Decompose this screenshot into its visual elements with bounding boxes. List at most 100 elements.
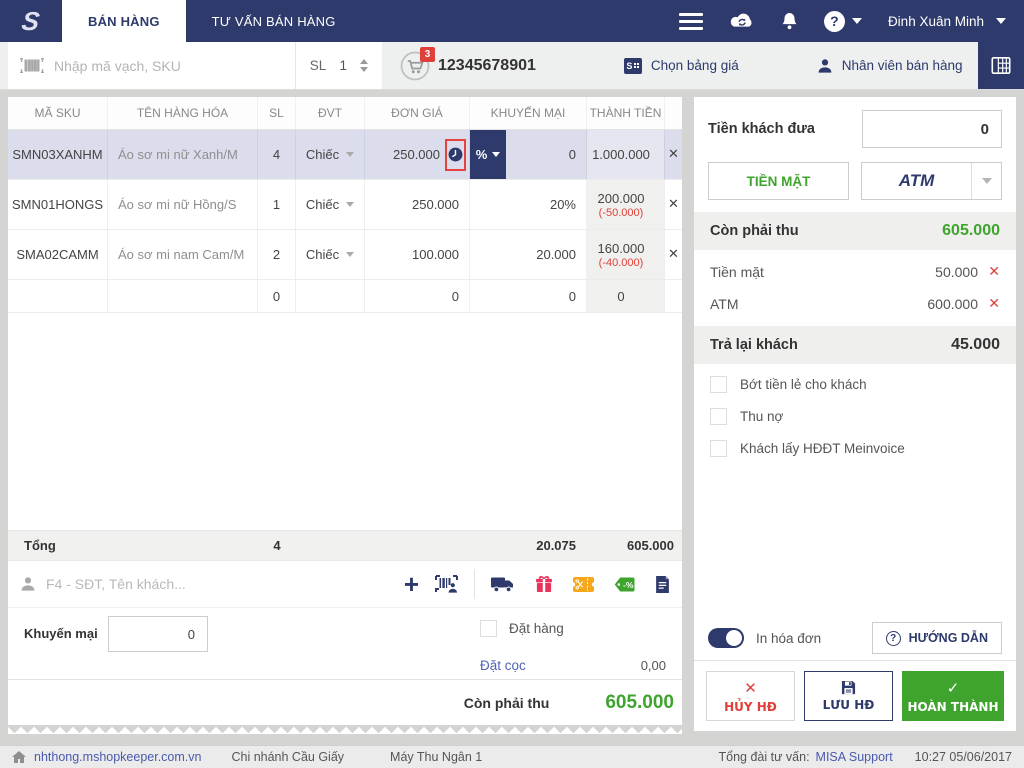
payment-line-atm: ATM 600.000 ✕ — [710, 296, 1000, 312]
help-icon: ? — [885, 630, 901, 646]
support-link[interactable]: MISA Support — [816, 750, 893, 764]
order-promo-input[interactable] — [108, 616, 208, 652]
deposit-link[interactable]: Đặt cọc — [480, 658, 526, 673]
debt-option: Thu nợ — [710, 408, 1000, 425]
tab-ban-hang[interactable]: BÁN HÀNG — [62, 0, 186, 42]
cash-button[interactable]: TIỀN MẶT — [708, 162, 849, 200]
choose-price-list-button[interactable]: S Chọn bảng giá — [623, 42, 739, 89]
branch-name: Chi nhánh Cầu Giấy — [231, 750, 345, 764]
barcode-search-box[interactable] — [8, 42, 296, 89]
remove-payment-button[interactable]: ✕ — [978, 296, 1000, 312]
print-invoice-toggle[interactable] — [708, 628, 744, 648]
total-promo: 20.075 — [536, 538, 576, 553]
quantity-input[interactable] — [334, 58, 353, 73]
order-items-panel: MÃ SKU TÊN HÀNG HÓA SL ĐVT ĐƠN GIÁ KHUYẾN MẠI… — [8, 97, 682, 725]
notifications-bell-icon[interactable] — [781, 12, 798, 31]
order-checkbox[interactable] — [480, 620, 497, 637]
round-change-checkbox[interactable] — [710, 376, 727, 393]
price-table-icon: S — [623, 57, 642, 74]
delivery-truck-button[interactable] — [491, 576, 515, 593]
deposit-value: 0,00 — [640, 658, 666, 673]
round-change-option: Bớt tiền lẻ cho khách — [710, 376, 1000, 393]
delete-row-button[interactable]: ✕ — [665, 130, 682, 179]
store-domain-link[interactable]: nhthong.mshopkeeper.com.vn — [34, 750, 201, 764]
payment-due-value: 605.000 — [942, 222, 1000, 239]
customer-row: + -% — [8, 560, 682, 607]
cart-badge: 3 — [420, 46, 435, 62]
unit-dropdown[interactable]: Chiếc — [296, 130, 365, 179]
order-due-row: Còn phải thu 605.000 — [8, 679, 682, 725]
customer-phone: 12345678901 — [438, 56, 536, 74]
save-floppy-icon — [841, 680, 856, 695]
discount-tag-button[interactable]: -% — [614, 577, 635, 592]
unit-dropdown[interactable]: Chiếc — [296, 230, 365, 279]
guide-button[interactable]: ? HƯỚNG DẪN — [871, 622, 1002, 654]
complete-button[interactable]: ✓ HOÀN THÀNH — [901, 671, 1004, 721]
cloud-sync-icon[interactable] — [729, 12, 755, 30]
einvoice-checkbox[interactable] — [710, 440, 727, 457]
invoice-document-button[interactable] — [655, 575, 670, 593]
remove-payment-button[interactable]: ✕ — [978, 264, 1000, 280]
support-label: Tổng đài tư vấn: — [718, 750, 810, 764]
add-customer-button[interactable]: + — [404, 571, 419, 597]
app-logo[interactable]: S — [0, 0, 62, 42]
help-icon: ? — [823, 10, 845, 32]
delete-row-button[interactable]: ✕ — [665, 230, 682, 279]
logo-icon: S — [20, 6, 42, 36]
quantity-stepper: SL — [296, 42, 382, 89]
divider — [474, 569, 475, 599]
datetime: 10:27 05/06/2017 — [914, 750, 1012, 764]
sales-staff-button[interactable]: Nhân viên bán hàng — [817, 42, 963, 89]
totals-row: Tổng 4 20.075 605.000 — [8, 530, 682, 560]
save-invoice-button[interactable]: LƯU HĐ — [803, 671, 893, 721]
pos-terminal-name: Máy Thu Ngân 1 — [390, 750, 483, 764]
total-amount: 605.000 — [627, 538, 674, 553]
quantity-spinner[interactable] — [360, 59, 369, 72]
quantity-label: SL — [309, 58, 327, 73]
menu-icon[interactable] — [678, 12, 703, 30]
help-menu[interactable]: ? — [823, 10, 862, 32]
discount-amount: (-40.000) — [598, 256, 644, 269]
einvoice-option: Khách lấy HĐĐT Meinvoice — [710, 440, 1000, 457]
clock-icon[interactable] — [448, 147, 463, 162]
table-row[interactable]: SMA02CAMM Áo sơ mi nam Cam/M 2 Chiếc 100… — [8, 230, 682, 280]
chevron-down-icon — [346, 252, 355, 257]
staff-person-icon — [818, 58, 832, 73]
grid-icon — [991, 57, 1011, 74]
search-input[interactable] — [54, 57, 283, 74]
atm-dropdown[interactable] — [971, 163, 1001, 199]
user-menu[interactable]: Đinh Xuân Minh — [888, 14, 1006, 29]
payment-line-cash: Tiền mặt 50.000 ✕ — [710, 264, 1000, 280]
check-icon: ✓ — [946, 678, 960, 697]
payment-line-amount: 50.000 — [935, 264, 978, 280]
customer-pay-label: Tiền khách đưa — [708, 121, 815, 137]
barcode-icon — [20, 58, 44, 73]
member-card-scan-button[interactable] — [435, 575, 458, 593]
pos-app: S BÁN HÀNG TƯ VẤN BÁN HÀNG ? Đinh Xuân M… — [0, 0, 1024, 768]
cart-customer-phone[interactable]: 3 12345678901 — [400, 42, 536, 89]
debt-checkbox[interactable] — [710, 408, 727, 425]
atm-button[interactable]: ATM — [861, 162, 1002, 200]
table-row[interactable]: SMN03XANHM Áo sơ mi nữ Xanh/M 4 Chiếc 25… — [8, 130, 682, 180]
tab-tu-van-ban-hang[interactable]: TƯ VẤN BÁN HÀNG — [186, 0, 362, 42]
coupon-button[interactable] — [573, 576, 594, 592]
promo-type-dropdown[interactable]: % — [470, 130, 506, 179]
status-bar: nhthong.mshopkeeper.com.vn Chi nhánh Cầu… — [0, 745, 1024, 768]
discount-amount: (-50.000) — [598, 206, 644, 219]
cancel-invoice-button[interactable]: ✕ HỦY HĐ — [706, 671, 795, 721]
delete-row-button[interactable]: ✕ — [665, 180, 682, 229]
product-grid-toggle-button[interactable] — [978, 42, 1024, 89]
customer-search-input[interactable] — [46, 576, 394, 592]
print-invoice-label: In hóa đơn — [756, 630, 822, 646]
chevron-down-icon — [346, 202, 355, 207]
table-row-empty[interactable]: 0 0 0 0 — [8, 280, 682, 313]
tag-label: -% — [623, 579, 634, 590]
unit-dropdown[interactable]: Chiếc — [296, 180, 365, 229]
customer-pay-input[interactable] — [862, 110, 1002, 148]
top-navigation-bar: S BÁN HÀNG TƯ VẤN BÁN HÀNG ? Đinh Xuân M… — [0, 0, 1024, 42]
table-row[interactable]: SMN01HONGS Áo sơ mi nữ Hồng/S 1 Chiếc 25… — [8, 180, 682, 230]
payment-panel: Tiền khách đưa TIỀN MẶT ATM Còn phải thu… — [694, 97, 1016, 731]
chevron-down-icon — [346, 152, 355, 157]
cancel-x-icon: ✕ — [744, 678, 757, 697]
gift-button[interactable] — [535, 575, 553, 593]
